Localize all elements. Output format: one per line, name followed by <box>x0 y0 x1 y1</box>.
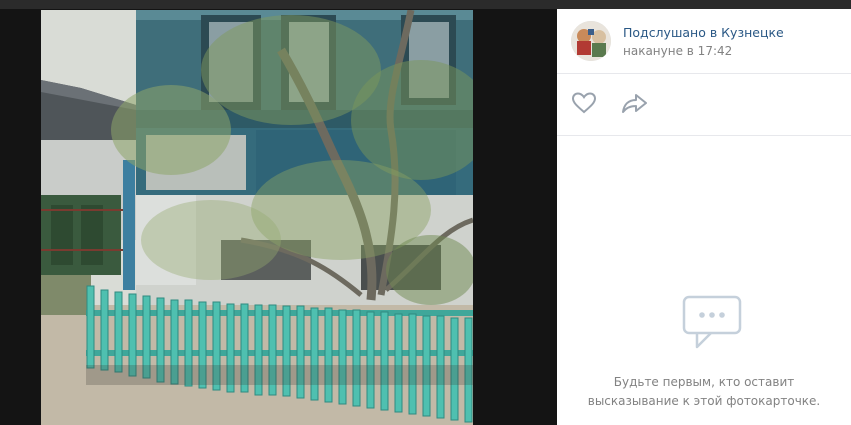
photo-viewer <box>0 9 557 425</box>
community-avatar[interactable] <box>571 21 611 61</box>
photo-image <box>41 10 473 425</box>
comment-bubble-icon <box>682 295 742 349</box>
empty-comments-text: Будьте первым, кто оставит высказывание … <box>557 373 851 411</box>
share-button[interactable] <box>621 90 649 116</box>
photo[interactable] <box>41 10 473 425</box>
author-name-link[interactable]: Подслушано в Кузнецке <box>623 25 784 40</box>
comments-section: Будьте первым, кто оставит высказывание … <box>557 136 851 425</box>
heart-icon <box>571 92 597 114</box>
empty-comments-line-2: высказывание к этой фотокарточке. <box>587 394 821 408</box>
post-actions <box>557 74 851 136</box>
top-bar <box>0 0 851 9</box>
post-header: Подслушано в Кузнецке накануне в 17:42 <box>557 9 851 74</box>
side-panel: Подслушано в Кузнецке накануне в 17:42 Б… <box>557 9 851 425</box>
post-timestamp[interactable]: накануне в 17:42 <box>623 44 732 58</box>
like-button[interactable] <box>571 90 597 116</box>
empty-comments-line-1: Будьте первым, кто оставит <box>613 375 795 389</box>
share-arrow-icon <box>622 94 647 113</box>
